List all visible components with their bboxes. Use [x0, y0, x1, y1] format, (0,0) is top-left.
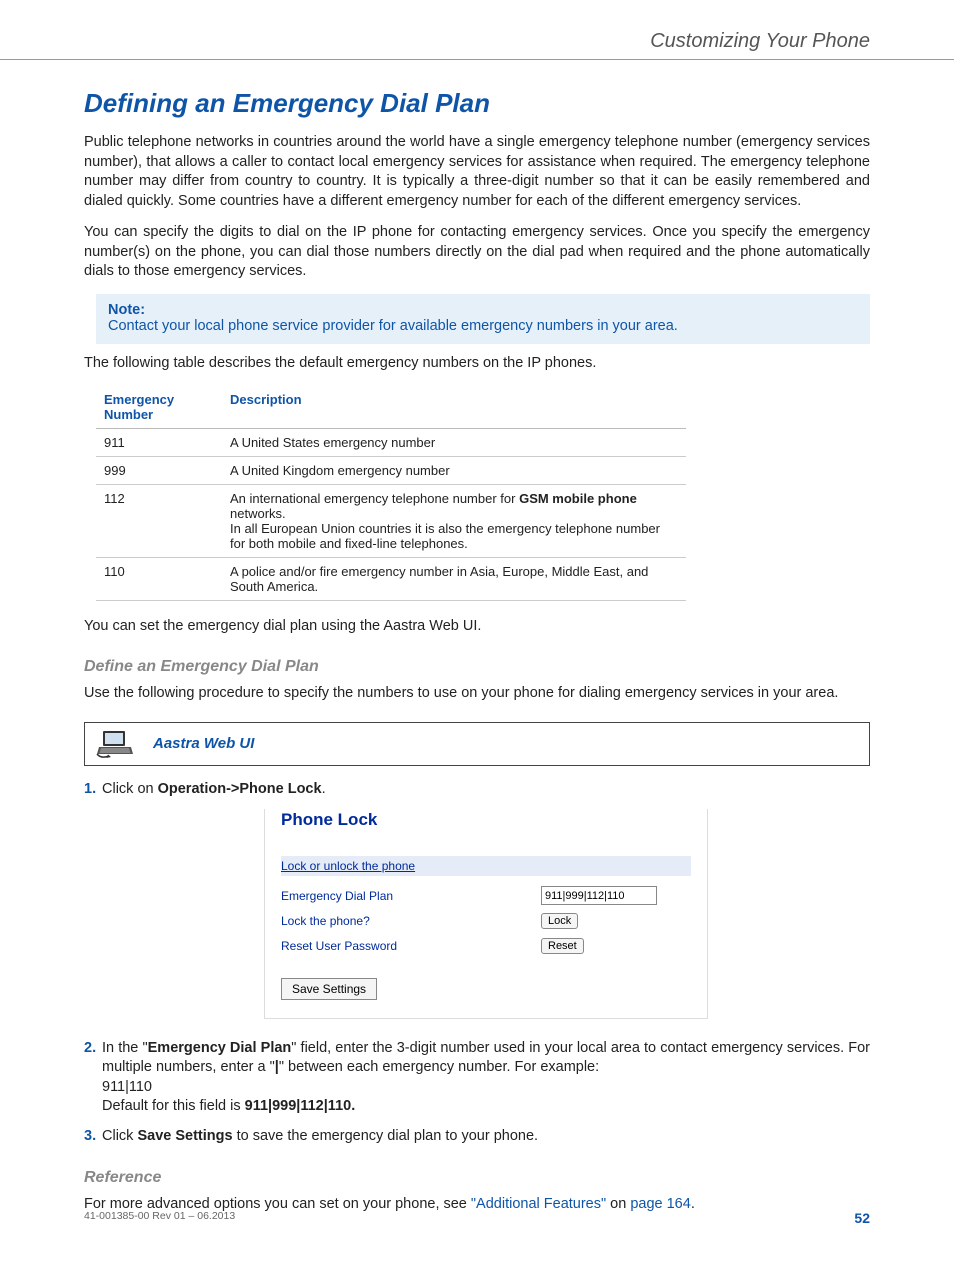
emergency-dial-plan-input[interactable]	[541, 886, 657, 905]
cell-desc: An international emergency telephone num…	[222, 484, 686, 557]
note-title: Note:	[108, 302, 858, 318]
cell-desc: A United Kingdom emergency number	[222, 456, 686, 484]
table-row: 110 A police and/or fire emergency numbe…	[96, 557, 686, 600]
note-box: Note: Contact your local phone service p…	[96, 294, 870, 344]
note-text: Contact your local phone service provide…	[108, 318, 858, 334]
label-lock-phone: Lock the phone?	[281, 913, 541, 929]
label-reset-password: Reset User Password	[281, 938, 541, 954]
emergency-table: Emergency Number Description 911 A Unite…	[96, 386, 686, 601]
page-header-title: Customizing Your Phone	[84, 30, 870, 53]
cell-number: 911	[96, 428, 222, 456]
intro-paragraph-2: You can specify the digits to dial on th…	[84, 223, 870, 282]
cell-number: 110	[96, 557, 222, 600]
cell-desc: A police and/or fire emergency number in…	[222, 557, 686, 600]
screenshot-title: Phone Lock	[281, 809, 691, 832]
header-rule	[0, 59, 954, 60]
row-emergency-dial-plan: Emergency Dial Plan	[281, 886, 691, 905]
row-reset-password: Reset User Password Reset	[281, 938, 691, 954]
define-heading: Define an Emergency Dial Plan	[84, 658, 870, 676]
steps-list: Click on Operation->Phone Lock. Phone Lo…	[84, 780, 870, 1147]
cell-number: 999	[96, 456, 222, 484]
screenshot-subhead: Lock or unlock the phone	[281, 856, 691, 876]
col-header-number: Emergency Number	[96, 386, 222, 429]
footer-page-number: 52	[854, 1210, 870, 1226]
reference-heading: Reference	[84, 1169, 870, 1187]
cell-desc: A United States emergency number	[222, 428, 686, 456]
section-heading: Defining an Emergency Dial Plan	[84, 88, 870, 119]
after-table-paragraph: You can set the emergency dial plan usin…	[84, 617, 870, 637]
table-row: 112 An international emergency telephone…	[96, 484, 686, 557]
cell-number: 112	[96, 484, 222, 557]
webui-bar: Aastra Web UI	[84, 722, 870, 766]
label-emergency-dial-plan: Emergency Dial Plan	[281, 888, 541, 904]
intro-paragraph-1: Public telephone networks in countries a…	[84, 133, 870, 211]
webui-label: Aastra Web UI	[153, 735, 254, 752]
table-row: 999 A United Kingdom emergency number	[96, 456, 686, 484]
phone-lock-screenshot: Phone Lock Lock or unlock the phone Emer…	[264, 809, 708, 1019]
step-3: Click Save Settings to save the emergenc…	[84, 1127, 870, 1147]
table-row: 911 A United States emergency number	[96, 428, 686, 456]
footer-revision: 41-001385-00 Rev 01 – 06.2013	[84, 1210, 235, 1226]
step-2: In the "Emergency Dial Plan" field, ente…	[84, 1039, 870, 1117]
row-lock-phone: Lock the phone? Lock	[281, 913, 691, 929]
col-header-description: Description	[222, 386, 686, 429]
page-footer: 41-001385-00 Rev 01 – 06.2013 52	[84, 1210, 870, 1226]
define-intro: Use the following procedure to specify t…	[84, 684, 870, 704]
laptop-icon	[95, 729, 135, 759]
table-intro: The following table describes the defaul…	[84, 354, 870, 374]
reset-button[interactable]: Reset	[541, 938, 584, 954]
step-2-example: 911|110	[102, 1079, 152, 1095]
lock-button[interactable]: Lock	[541, 913, 578, 929]
step-1: Click on Operation->Phone Lock. Phone Lo…	[84, 780, 870, 1019]
save-settings-button[interactable]: Save Settings	[281, 978, 377, 1000]
